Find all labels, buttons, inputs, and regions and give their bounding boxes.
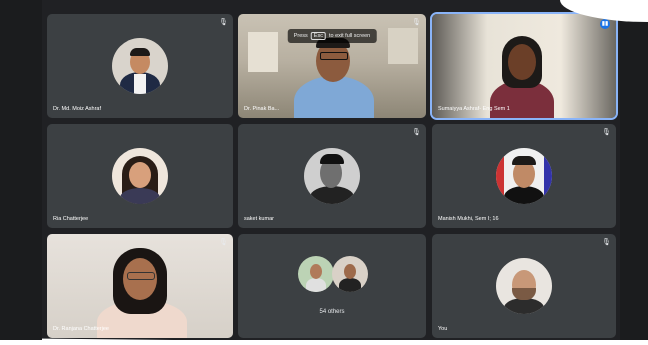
participant-tile[interactable]: Press Esc to exit full screen Dr. Pinak … (238, 14, 426, 118)
participant-tile[interactable]: Dr. Ranjana Chatterjee 🎙 (47, 234, 233, 338)
participant-name: Dr. Ranjana Chatterjee (53, 326, 109, 332)
participant-name: saket kumar (244, 216, 274, 222)
mic-off-icon: 🎙 (219, 19, 228, 26)
mic-off-icon: 🎙 (602, 129, 611, 136)
participant-tile-active[interactable]: Sumaiyya Ashraf- Eng Sem 1 ▮▮ (430, 12, 618, 120)
participant-name: Ria Chatterjee (53, 216, 89, 222)
screen-bezel-left (0, 0, 42, 345)
mic-off-icon: 🎙 (219, 239, 228, 246)
fullscreen-hint: Press Esc to exit full screen (287, 29, 377, 43)
participant-name: Dr. Md. Moiz Ashraf (53, 106, 101, 112)
avatar (112, 38, 168, 94)
mic-off-icon: 🎙 (602, 239, 611, 246)
mic-off-icon: 🎙 (412, 19, 421, 26)
participant-name: You (438, 326, 448, 332)
avatar (304, 148, 360, 204)
avatar (332, 256, 368, 292)
participant-video (432, 14, 616, 118)
others-tile[interactable]: 54 others (238, 234, 426, 338)
participant-tile[interactable]: Dr. Md. Moiz Ashraf 🎙 (47, 14, 233, 118)
photo-border (0, 340, 648, 345)
audio-level-icon: ▮▮ (600, 19, 610, 29)
avatar (496, 148, 552, 204)
esc-key: Esc (310, 32, 326, 40)
others-count: 54 others (319, 309, 345, 315)
avatar (112, 148, 168, 204)
avatar (496, 258, 552, 314)
participant-name: Sumaiyya Ashraf- Eng Sem 1 (438, 106, 510, 112)
participant-tile[interactable]: saket kumar 🎙 (238, 124, 426, 228)
participant-video (47, 234, 233, 338)
mic-off-icon: 🎙 (412, 129, 421, 136)
participant-tile[interactable]: Manish Mukhi, Sem I; 16 🎙 (432, 124, 616, 228)
participant-name: Manish Mukhi, Sem I; 16 (438, 216, 499, 222)
participant-name: Dr. Pinak Ba... (244, 106, 280, 112)
participant-tile[interactable]: Ria Chatterjee (47, 124, 233, 228)
avatar (298, 256, 334, 292)
self-tile[interactable]: You 🎙 (432, 234, 616, 338)
screen-bezel-right (620, 0, 648, 345)
hint-suffix: to exit full screen (328, 33, 371, 39)
hint-press: Press (293, 33, 308, 39)
